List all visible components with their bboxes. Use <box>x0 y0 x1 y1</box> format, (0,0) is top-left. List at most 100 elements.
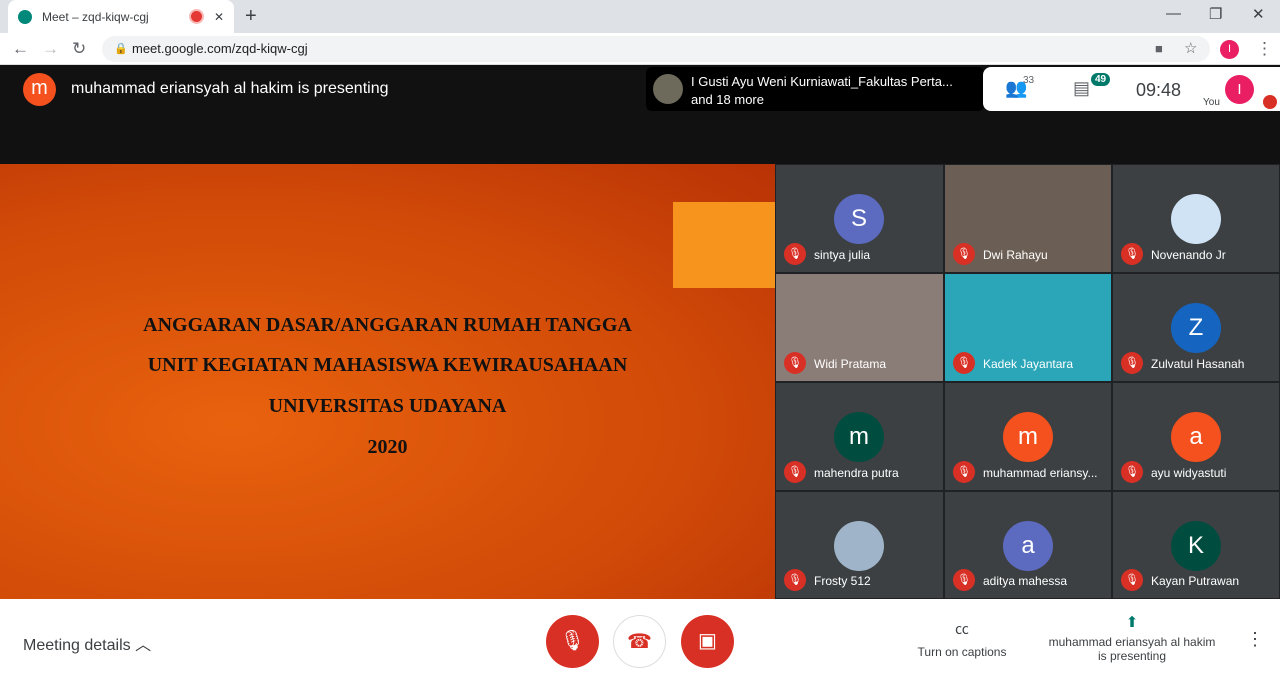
recording-icon <box>190 11 202 22</box>
mic-muted-icon: 🎙 <box>953 461 975 483</box>
address-bar: ← → ↻ 🔒 meet.google.com/zqd-kiqw-cgj ■ ☆ … <box>0 33 1280 65</box>
participant-avatar: Z <box>1171 303 1221 353</box>
more-options-icon[interactable]: ⋮ <box>1246 629 1264 650</box>
participant-name: Kayan Putrawan <box>1151 574 1240 588</box>
mic-muted-icon: 🎙 <box>1121 461 1143 483</box>
participant-avatar: S <box>834 194 884 244</box>
phone-icon: ☎ <box>627 631 652 653</box>
participant-name: Dwi Rahayu <box>983 248 1048 262</box>
participant-avatar: K <box>1171 521 1221 571</box>
mic-muted-icon: 🎙 <box>1121 243 1143 265</box>
chat-badge: 49 <box>1091 73 1111 86</box>
slide-line: UNIT KEGIATAN MAHASISWA KEWIRAUSAHAAN <box>147 354 628 376</box>
cc-icon: ㏄ <box>955 621 969 637</box>
muted-icon <box>1263 95 1277 109</box>
mic-muted-icon: 🎙 <box>953 243 975 265</box>
participant-avatar <box>1171 194 1221 244</box>
mic-off-button[interactable]: 🎙 <box>546 615 599 668</box>
participants-preview[interactable]: I Gusti Ayu Weni Kurniawati_Fakultas Per… <box>646 67 984 111</box>
participant-tile[interactable]: m 🎙 muhammad eriansy... <box>944 382 1112 491</box>
browser-tab[interactable]: Meet – zqd-kiqw-cgj ✕ <box>8 0 234 33</box>
slide-decoration <box>673 202 775 288</box>
participant-name: Novenando Jr <box>1151 248 1226 262</box>
menu-icon[interactable]: ⋮ <box>1256 39 1273 59</box>
participant-tile[interactable]: 🎙 Kadek Jayantara <box>944 273 1112 382</box>
participant-name: Kadek Jayantara <box>983 357 1074 371</box>
presenting-label-2: is presenting <box>1097 649 1167 663</box>
mic-muted-icon: 🎙 <box>784 352 806 374</box>
participant-avatar: a <box>1171 412 1221 462</box>
mic-muted-icon: 🎙 <box>784 243 806 265</box>
participant-name: Widi Pratama <box>814 357 887 371</box>
mic-off-icon: 🎙 <box>559 630 586 652</box>
participant-tile[interactable]: Z 🎙 Zulvatul Hasanah <box>1112 273 1280 382</box>
participant-name: ayu widyastuti <box>1151 466 1227 480</box>
back-icon[interactable]: ← <box>12 39 29 59</box>
browser-tab-bar: Meet – zqd-kiqw-cgj ✕ + — ❐ ✕ <box>0 0 1280 33</box>
reload-icon[interactable]: ↻ <box>72 39 86 59</box>
participants-count: 33 <box>1023 75 1035 86</box>
mic-muted-icon: 🎙 <box>1121 352 1143 374</box>
hang-up-button[interactable]: ☎ <box>613 615 666 668</box>
you-label: You <box>1203 97 1220 108</box>
mic-muted-icon: 🎙 <box>784 461 806 483</box>
new-tab-button[interactable]: + <box>245 5 257 28</box>
slide-line: 2020 <box>367 436 408 458</box>
participant-tile[interactable]: S 🎙 sintya julia <box>775 164 944 273</box>
close-tab-icon[interactable]: ✕ <box>214 10 224 24</box>
minimize-button[interactable]: — <box>1166 5 1181 22</box>
camera-off-button[interactable]: ▣ <box>681 615 734 668</box>
participant-avatar <box>834 521 884 571</box>
tab-title: Meet – zqd-kiqw-cgj <box>42 9 149 24</box>
participant-tile[interactable]: m 🎙 mahendra putra <box>775 382 944 491</box>
participant-photo <box>653 74 683 104</box>
profile-avatar[interactable]: I <box>1220 40 1239 59</box>
participant-tile[interactable]: 🎙 Dwi Rahayu <box>944 164 1112 273</box>
chat-icon[interactable]: ▤ <box>1073 78 1090 99</box>
presentation-slide: ANGGARAN DASAR/ANGGARAN RUMAH TANGGA UNI… <box>0 164 775 599</box>
slide-line: ANGGARAN DASAR/ANGGARAN RUMAH TANGGA <box>143 314 632 336</box>
url-text: meet.google.com/zqd-kiqw-cgj <box>132 41 308 56</box>
meeting-details-button[interactable]: Meeting details ︿ <box>23 631 151 655</box>
presenting-button[interactable]: ⬆ muhammad eriansyah al hakim is presentin… <box>1040 613 1224 663</box>
participant-name: Zulvatul Hasanah <box>1151 357 1245 371</box>
participant-tile[interactable]: 🎙 Novenando Jr <box>1112 164 1280 273</box>
presenter-avatar: m <box>23 73 56 106</box>
you-avatar: I <box>1225 75 1254 104</box>
mic-muted-icon: 🎙 <box>953 352 975 374</box>
participant-name: mahendra putra <box>814 466 899 480</box>
url-input[interactable]: 🔒 meet.google.com/zqd-kiqw-cgj <box>102 36 1210 62</box>
participant-tile[interactable]: 🎙 Frosty 512 <box>775 491 944 599</box>
mic-muted-icon: 🎙 <box>784 569 806 591</box>
slide-line: UNIVERSITAS UDAYANA <box>268 395 507 417</box>
mic-muted-icon: 🎙 <box>953 569 975 591</box>
forward-icon[interactable]: → <box>42 39 59 59</box>
meeting-controls: Meeting details ︿ 🎙 ☎ ▣ ㏄ Turn on caption… <box>0 599 1280 682</box>
participant-tile[interactable]: 🎙 Widi Pratama <box>775 273 944 382</box>
participant-grid: S 🎙 sintya julia 🎙 Dwi Rahayu 🎙 Novenando Jr 🎙 W… <box>775 164 1280 599</box>
participant-name: muhammad eriansy... <box>983 466 1098 480</box>
mic-muted-icon: 🎙 <box>1121 569 1143 591</box>
participant-tile[interactable]: a 🎙 aditya mahessa <box>944 491 1112 599</box>
more-count: and 18 more <box>691 92 764 107</box>
participant-name: aditya mahessa <box>983 574 1068 588</box>
restore-button[interactable]: ❐ <box>1209 5 1222 23</box>
participant-tile[interactable]: a 🎙 ayu widyastuti <box>1112 382 1280 491</box>
participant-avatar: a <box>1003 521 1053 571</box>
camera-off-icon: ▣ <box>698 630 717 652</box>
present-icon: ⬆ <box>1125 614 1139 631</box>
lock-icon: 🔒 <box>114 43 128 55</box>
presenting-label: muhammad eriansyah al hakim <box>1048 635 1216 649</box>
meeting-info-bar: 👥 33 ▤ 49 09:48 You I <box>983 67 1280 111</box>
participant-name: Frosty 512 <box>814 574 871 588</box>
star-icon[interactable]: ☆ <box>1184 39 1197 57</box>
participant-name: sintya julia <box>814 248 871 262</box>
meeting-details-label: Meeting details <box>23 637 131 654</box>
captions-button[interactable]: ㏄ Turn on captions <box>905 619 1019 659</box>
camera-icon[interactable]: ■ <box>1155 41 1163 56</box>
close-window-button[interactable]: ✕ <box>1252 5 1265 23</box>
participant-avatar: m <box>1003 412 1053 462</box>
meeting-header: m muhammad eriansyah al hakim is present… <box>0 65 1280 164</box>
participant-tile[interactable]: K 🎙 Kayan Putrawan <box>1112 491 1280 599</box>
presenting-text: muhammad eriansyah al hakim is presentin… <box>71 80 389 97</box>
